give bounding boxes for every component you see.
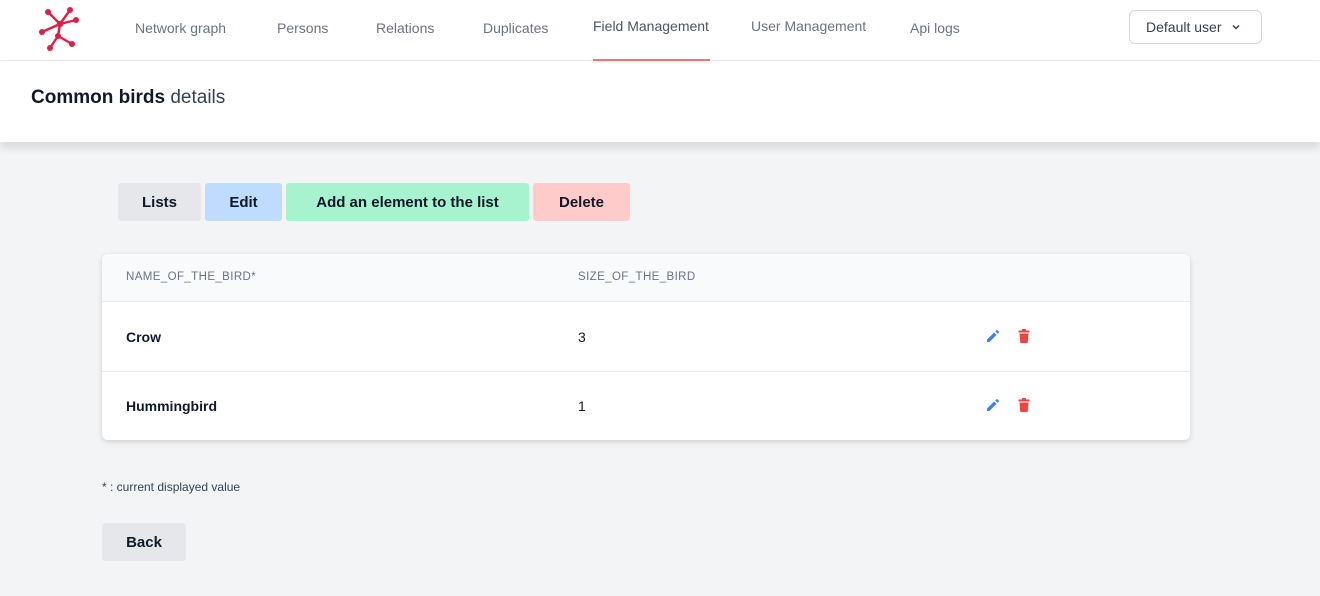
- nav-persons[interactable]: Persons: [277, 0, 328, 61]
- column-header-name: NAME_OF_THE_BIRD*: [126, 271, 257, 283]
- nav-network-graph[interactable]: Network graph: [135, 0, 226, 61]
- nav-user-management[interactable]: User Management: [751, 0, 866, 61]
- cell-bird-name: Hummingbird: [126, 398, 217, 414]
- page-title: Common birds details: [31, 87, 225, 109]
- chevron-down-icon: [1232, 24, 1241, 30]
- table-row: Hummingbird 1: [102, 372, 1190, 440]
- pencil-icon[interactable]: [984, 327, 1002, 345]
- page-title-list-name: Common birds: [31, 87, 166, 108]
- cell-bird-name: Crow: [126, 329, 161, 345]
- nav-field-management[interactable]: Field Management: [593, 0, 710, 61]
- edit-button[interactable]: Edit: [205, 183, 282, 221]
- network-logo-icon[interactable]: [36, 4, 84, 52]
- nav-api-logs[interactable]: Api logs: [910, 0, 960, 61]
- lists-button[interactable]: Lists: [118, 183, 201, 221]
- page-header: Common birds details: [0, 61, 1320, 142]
- column-header-size: SIZE_OF_THE_BIRD: [578, 271, 696, 283]
- trash-icon[interactable]: [1015, 327, 1033, 345]
- nav-relations[interactable]: Relations: [376, 0, 434, 61]
- table-header: NAME_OF_THE_BIRD* SIZE_OF_THE_BIRD: [102, 254, 1190, 302]
- page-title-suffix: details: [170, 87, 226, 108]
- cell-bird-size: 3: [578, 329, 586, 345]
- back-button[interactable]: Back: [102, 523, 186, 561]
- cell-bird-size: 1: [578, 398, 586, 414]
- top-navigation-bar: Network graph Persons Relations Duplicat…: [0, 0, 1320, 61]
- add-element-button[interactable]: Add an element to the list: [286, 183, 529, 221]
- user-menu-dropdown[interactable]: Default user: [1129, 10, 1262, 44]
- delete-button[interactable]: Delete: [533, 183, 630, 221]
- elements-table: NAME_OF_THE_BIRD* SIZE_OF_THE_BIRD Crow …: [102, 254, 1190, 440]
- user-menu-label: Default user: [1146, 19, 1222, 35]
- table-row: Crow 3: [102, 303, 1190, 372]
- trash-icon[interactable]: [1015, 396, 1033, 414]
- footnote: * : current displayed value: [102, 480, 241, 494]
- nav-duplicates[interactable]: Duplicates: [483, 0, 548, 61]
- pencil-icon[interactable]: [984, 396, 1002, 414]
